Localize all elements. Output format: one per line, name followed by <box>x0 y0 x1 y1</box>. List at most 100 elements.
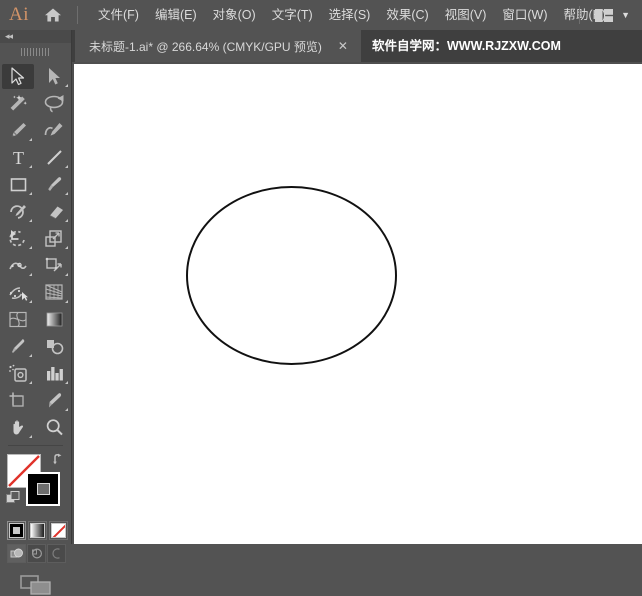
scale-tool[interactable] <box>36 225 72 252</box>
draw-behind-button[interactable] <box>27 544 46 563</box>
perspective-grid-icon <box>45 284 63 300</box>
shape-builder-icon <box>8 287 28 301</box>
none-mode-button[interactable] <box>49 521 68 540</box>
home-icon[interactable] <box>38 0 68 30</box>
menu-type[interactable]: 文字(T) <box>264 0 321 30</box>
rectangle-icon <box>10 178 26 192</box>
perspective-grid-tool[interactable] <box>36 279 72 306</box>
slice-knife-icon <box>48 393 61 408</box>
menu-select[interactable]: 选择(S) <box>321 0 379 30</box>
drawing-mode-row <box>7 544 71 563</box>
change-screen-mode-button[interactable] <box>19 574 52 596</box>
scale-icon <box>45 230 62 247</box>
draw-normal-icon <box>10 548 23 557</box>
none-mode-icon <box>51 523 66 538</box>
blend-tool[interactable] <box>36 333 72 360</box>
shaper-tool[interactable] <box>0 198 36 225</box>
selection-arrow-icon <box>10 67 24 86</box>
tool-corner-marker <box>65 219 68 222</box>
stroke-swatch[interactable] <box>26 472 60 506</box>
direct-selection-tool[interactable] <box>36 63 72 90</box>
artboard-icon <box>9 392 24 407</box>
document-canvas[interactable] <box>72 62 642 544</box>
rectangle-tool[interactable] <box>0 171 36 198</box>
tool-corner-marker <box>65 273 68 276</box>
grip-dots-icon <box>20 48 51 56</box>
tools-panel: ◂◂ T <box>0 30 72 595</box>
slice-tool[interactable] <box>36 387 72 414</box>
magic-wand-icon <box>10 95 27 111</box>
paint-mode-row <box>7 521 71 540</box>
menu-file[interactable]: 文件(F) <box>90 0 147 30</box>
tools-panel-drag-handle[interactable] <box>0 43 71 61</box>
close-icon[interactable]: ✕ <box>338 40 348 52</box>
paintbrush-tool[interactable] <box>36 171 72 198</box>
menu-effect[interactable]: 效果(C) <box>378 0 436 30</box>
double-chevron-left-icon: ◂◂ <box>5 31 13 41</box>
tool-corner-marker <box>29 354 32 357</box>
ellipse-shape[interactable] <box>186 186 397 365</box>
fill-stroke-controls <box>0 450 71 516</box>
document-tab[interactable]: 未标题-1.ai* @ 266.64% (CMYK/GPU 预览) ✕ <box>75 30 361 62</box>
eyedropper-tool[interactable] <box>0 333 36 360</box>
artboard-tool[interactable] <box>0 387 36 414</box>
gradient-tool[interactable] <box>36 306 72 333</box>
svg-text:T: T <box>13 148 24 167</box>
shape-builder-tool[interactable] <box>0 279 36 306</box>
tool-corner-marker <box>65 84 68 87</box>
tools-panel-collapse-button[interactable]: ◂◂ <box>0 30 71 43</box>
tool-corner-marker <box>29 138 32 141</box>
tool-corner-marker <box>65 381 68 384</box>
curvature-pen-icon <box>44 123 62 136</box>
tool-corner-marker <box>29 300 32 303</box>
menubar-divider-right <box>579 6 581 24</box>
chevron-down-icon: ▼ <box>621 9 630 20</box>
menubar-right-group: ▼ <box>570 0 642 30</box>
tool-corner-marker <box>65 192 68 195</box>
gradient-mode-button[interactable] <box>28 521 47 540</box>
draw-inside-button[interactable] <box>47 544 66 563</box>
zoom-tool[interactable] <box>36 414 72 441</box>
rotate-tool[interactable] <box>0 225 36 252</box>
column-graph-tool[interactable] <box>36 360 72 387</box>
magic-wand-tool[interactable] <box>0 90 36 117</box>
stroke-swatch-inner <box>36 483 50 495</box>
workspace-layout-icon <box>595 8 614 22</box>
pen-tool[interactable] <box>0 117 36 144</box>
free-transform-tool[interactable] <box>36 252 72 279</box>
color-mode-button[interactable] <box>7 521 26 540</box>
menu-view[interactable]: 视图(V) <box>437 0 495 30</box>
selection-tool[interactable] <box>0 63 36 90</box>
curvature-tool[interactable] <box>36 117 72 144</box>
lasso-tool[interactable] <box>36 90 72 117</box>
width-tool[interactable] <box>0 252 36 279</box>
menu-edit[interactable]: 编辑(E) <box>147 0 205 30</box>
type-tool[interactable]: T <box>0 144 36 171</box>
tool-corner-marker <box>29 165 32 168</box>
eraser-tool[interactable] <box>36 198 72 225</box>
document-tab-title: 未标题-1.ai* @ 266.64% (CMYK/GPU 预览) <box>89 39 322 54</box>
line-segment-icon <box>46 150 62 165</box>
tool-corner-marker <box>29 192 32 195</box>
screen-mode-row <box>0 574 71 596</box>
default-fill-stroke-icon[interactable] <box>6 491 20 504</box>
swap-fill-stroke-icon[interactable] <box>52 452 66 466</box>
canvas-left-edge <box>72 62 74 544</box>
draw-normal-button[interactable] <box>7 544 26 563</box>
mesh-tool[interactable] <box>0 306 36 333</box>
menu-object[interactable]: 对象(O) <box>205 0 264 30</box>
gradient-mode-icon <box>30 523 45 538</box>
menu-window[interactable]: 窗口(W) <box>494 0 555 30</box>
line-segment-tool[interactable] <box>36 144 72 171</box>
type-t-icon: T <box>13 148 24 167</box>
workspace-switcher-button[interactable]: ▼ <box>589 0 642 30</box>
free-transform-icon <box>45 257 62 272</box>
tool-corner-marker <box>65 408 68 411</box>
paintbrush-icon <box>47 177 61 191</box>
eyedropper-icon <box>11 339 24 353</box>
tool-corner-marker <box>65 165 68 168</box>
symbol-sprayer-tool[interactable] <box>0 360 36 387</box>
draw-behind-icon <box>31 547 42 559</box>
hand-tool[interactable] <box>0 414 36 441</box>
blend-icon <box>46 340 63 355</box>
